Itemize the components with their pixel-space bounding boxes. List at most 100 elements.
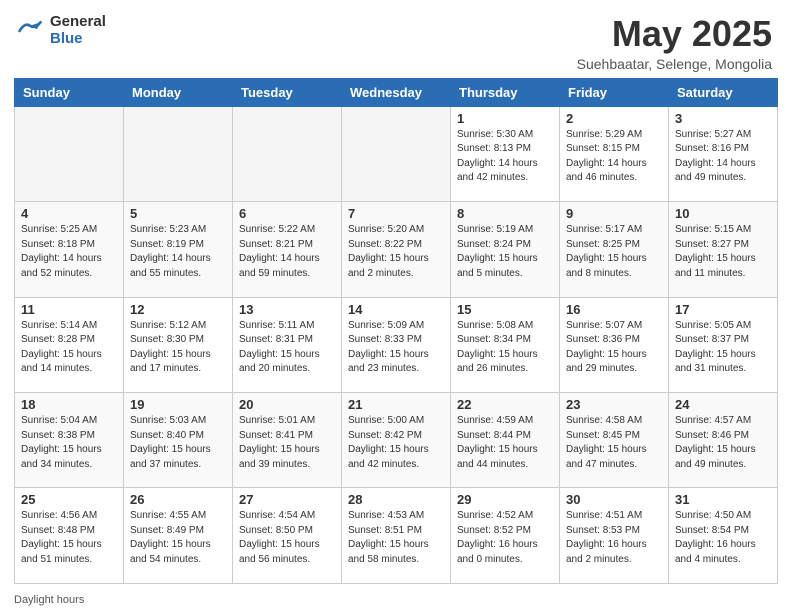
calendar-cell: 8 Sunrise: 5:19 AMSunset: 8:24 PMDaylight… — [451, 202, 560, 297]
day-number: 15 — [457, 302, 553, 317]
day-info: Sunrise: 5:04 AMSunset: 8:38 PMDaylight:… — [21, 414, 117, 472]
day-info: Sunrise: 4:50 AMSunset: 8:54 PMDaylight:… — [675, 509, 771, 567]
day-number: 31 — [675, 492, 771, 507]
day-info: Sunrise: 4:55 AMSunset: 8:49 PMDaylight:… — [130, 509, 226, 567]
day-info: Sunrise: 5:15 AMSunset: 8:27 PMDaylight:… — [675, 223, 771, 281]
day-number: 13 — [239, 302, 335, 317]
col-header-wednesday: Wednesday — [342, 78, 451, 106]
day-info: Sunrise: 4:53 AMSunset: 8:51 PMDaylight:… — [348, 509, 444, 567]
day-info: Sunrise: 4:59 AMSunset: 8:44 PMDaylight:… — [457, 414, 553, 472]
day-number: 18 — [21, 397, 117, 412]
day-number: 17 — [675, 302, 771, 317]
col-header-sunday: Sunday — [15, 78, 124, 106]
subtitle: Suehbaatar, Selenge, Mongolia — [577, 56, 772, 72]
day-info: Sunrise: 5:11 AMSunset: 8:31 PMDaylight:… — [239, 319, 335, 377]
day-info: Sunrise: 5:17 AMSunset: 8:25 PMDaylight:… — [566, 223, 662, 281]
day-info: Sunrise: 5:01 AMSunset: 8:41 PMDaylight:… — [239, 414, 335, 472]
calendar-cell: 1 Sunrise: 5:30 AMSunset: 8:13 PMDaylight… — [451, 106, 560, 201]
day-number: 28 — [348, 492, 444, 507]
calendar-cell: 5 Sunrise: 5:23 AMSunset: 8:19 PMDaylight… — [124, 202, 233, 297]
day-number: 26 — [130, 492, 226, 507]
calendar-cell: 28 Sunrise: 4:53 AMSunset: 8:51 PMDayligh… — [342, 488, 451, 584]
calendar-cell: 9 Sunrise: 5:17 AMSunset: 8:25 PMDaylight… — [560, 202, 669, 297]
col-header-saturday: Saturday — [669, 78, 778, 106]
calendar-cell: 15 Sunrise: 5:08 AMSunset: 8:34 PMDayligh… — [451, 297, 560, 392]
logo-general: General — [50, 14, 106, 31]
day-info: Sunrise: 4:52 AMSunset: 8:52 PMDaylight:… — [457, 509, 553, 567]
day-info: Sunrise: 4:51 AMSunset: 8:53 PMDaylight:… — [566, 509, 662, 567]
daylight-label: Daylight hours — [14, 594, 84, 606]
calendar-cell — [233, 106, 342, 201]
day-info: Sunrise: 5:14 AMSunset: 8:28 PMDaylight:… — [21, 319, 117, 377]
day-number: 2 — [566, 111, 662, 126]
day-number: 22 — [457, 397, 553, 412]
calendar-cell: 19Sunrise: 5:03 AMSunset: 8:40 PMDayligh… — [124, 393, 233, 488]
calendar-cell: 13 Sunrise: 5:11 AMSunset: 8:31 PMDayligh… — [233, 297, 342, 392]
calendar-cell: 14Sunrise: 5:09 AMSunset: 8:33 PMDayligh… — [342, 297, 451, 392]
day-number: 1 — [457, 111, 553, 126]
calendar-cell: 30 Sunrise: 4:51 AMSunset: 8:53 PMDayligh… — [560, 488, 669, 584]
calendar-cell: 6 Sunrise: 5:22 AMSunset: 8:21 PMDaylight… — [233, 202, 342, 297]
day-info: Sunrise: 5:22 AMSunset: 8:21 PMDaylight:… — [239, 223, 335, 281]
col-header-thursday: Thursday — [451, 78, 560, 106]
logo-icon — [16, 17, 44, 45]
day-info: Sunrise: 5:19 AMSunset: 8:24 PMDaylight:… — [457, 223, 553, 281]
day-info: Sunrise: 5:27 AMSunset: 8:16 PMDaylight:… — [675, 128, 771, 186]
day-number: 29 — [457, 492, 553, 507]
day-info: Sunrise: 5:09 AMSunset: 8:33 PMDaylight:… — [348, 319, 444, 377]
calendar-cell: 21Sunrise: 5:00 AMSunset: 8:42 PMDayligh… — [342, 393, 451, 488]
calendar-table: SundayMondayTuesdayWednesdayThursdayFrid… — [14, 78, 778, 584]
day-number: 4 — [21, 206, 117, 221]
day-number: 12 — [130, 302, 226, 317]
day-number: 5 — [130, 206, 226, 221]
calendar-cell: 3 Sunrise: 5:27 AMSunset: 8:16 PMDaylight… — [669, 106, 778, 201]
page: General Blue May 2025 Suehbaatar, Seleng… — [0, 0, 792, 612]
day-info: Sunrise: 5:25 AMSunset: 8:18 PMDaylight:… — [21, 223, 117, 281]
day-number: 6 — [239, 206, 335, 221]
day-number: 10 — [675, 206, 771, 221]
day-number: 27 — [239, 492, 335, 507]
day-number: 9 — [566, 206, 662, 221]
day-number: 30 — [566, 492, 662, 507]
day-number: 21 — [348, 397, 444, 412]
day-info: Sunrise: 5:30 AMSunset: 8:13 PMDaylight:… — [457, 128, 553, 186]
header: General Blue May 2025 Suehbaatar, Seleng… — [0, 0, 792, 78]
day-number: 8 — [457, 206, 553, 221]
calendar-cell: 27 Sunrise: 4:54 AMSunset: 8:50 PMDayligh… — [233, 488, 342, 584]
calendar-cell: 23Sunrise: 4:58 AMSunset: 8:45 PMDayligh… — [560, 393, 669, 488]
calendar-cell: 7Sunrise: 5:20 AMSunset: 8:22 PMDaylight… — [342, 202, 451, 297]
day-info: Sunrise: 5:03 AMSunset: 8:40 PMDaylight:… — [130, 414, 226, 472]
footer-note: Daylight hours — [0, 592, 792, 612]
calendar-cell: 24Sunrise: 4:57 AMSunset: 8:46 PMDayligh… — [669, 393, 778, 488]
calendar-cell — [342, 106, 451, 201]
day-number: 7 — [348, 206, 444, 221]
calendar-cell — [124, 106, 233, 201]
calendar-cell: 12 Sunrise: 5:12 AMSunset: 8:30 PMDayligh… — [124, 297, 233, 392]
day-number: 20 — [239, 397, 335, 412]
day-info: Sunrise: 4:54 AMSunset: 8:50 PMDaylight:… — [239, 509, 335, 567]
day-info: Sunrise: 5:29 AMSunset: 8:15 PMDaylight:… — [566, 128, 662, 186]
title-block: May 2025 Suehbaatar, Selenge, Mongolia — [577, 14, 772, 72]
day-info: Sunrise: 5:05 AMSunset: 8:37 PMDaylight:… — [675, 319, 771, 377]
day-number: 11 — [21, 302, 117, 317]
calendar-cell: 4 Sunrise: 5:25 AMSunset: 8:18 PMDaylight… — [15, 202, 124, 297]
logo-blue: Blue — [50, 31, 106, 48]
day-info: Sunrise: 5:07 AMSunset: 8:36 PMDaylight:… — [566, 319, 662, 377]
calendar-cell: 29 Sunrise: 4:52 AMSunset: 8:52 PMDayligh… — [451, 488, 560, 584]
day-number: 16 — [566, 302, 662, 317]
day-info: Sunrise: 5:12 AMSunset: 8:30 PMDaylight:… — [130, 319, 226, 377]
calendar-cell: 18 Sunrise: 5:04 AMSunset: 8:38 PMDayligh… — [15, 393, 124, 488]
calendar-cell: 22 Sunrise: 4:59 AMSunset: 8:44 PMDayligh… — [451, 393, 560, 488]
day-number: 3 — [675, 111, 771, 126]
day-info: Sunrise: 5:08 AMSunset: 8:34 PMDaylight:… — [457, 319, 553, 377]
calendar-cell: 25Sunrise: 4:56 AMSunset: 8:48 PMDayligh… — [15, 488, 124, 584]
day-info: Sunrise: 5:23 AMSunset: 8:19 PMDaylight:… — [130, 223, 226, 281]
calendar-cell: 20 Sunrise: 5:01 AMSunset: 8:41 PMDayligh… — [233, 393, 342, 488]
calendar-cell: 2 Sunrise: 5:29 AMSunset: 8:15 PMDaylight… — [560, 106, 669, 201]
day-number: 24 — [675, 397, 771, 412]
day-number: 25 — [21, 492, 117, 507]
calendar-cell: 11 Sunrise: 5:14 AMSunset: 8:28 PMDayligh… — [15, 297, 124, 392]
calendar-cell: 17 Sunrise: 5:05 AMSunset: 8:37 PMDayligh… — [669, 297, 778, 392]
calendar-cell — [15, 106, 124, 201]
calendar-cell: 16 Sunrise: 5:07 AMSunset: 8:36 PMDayligh… — [560, 297, 669, 392]
